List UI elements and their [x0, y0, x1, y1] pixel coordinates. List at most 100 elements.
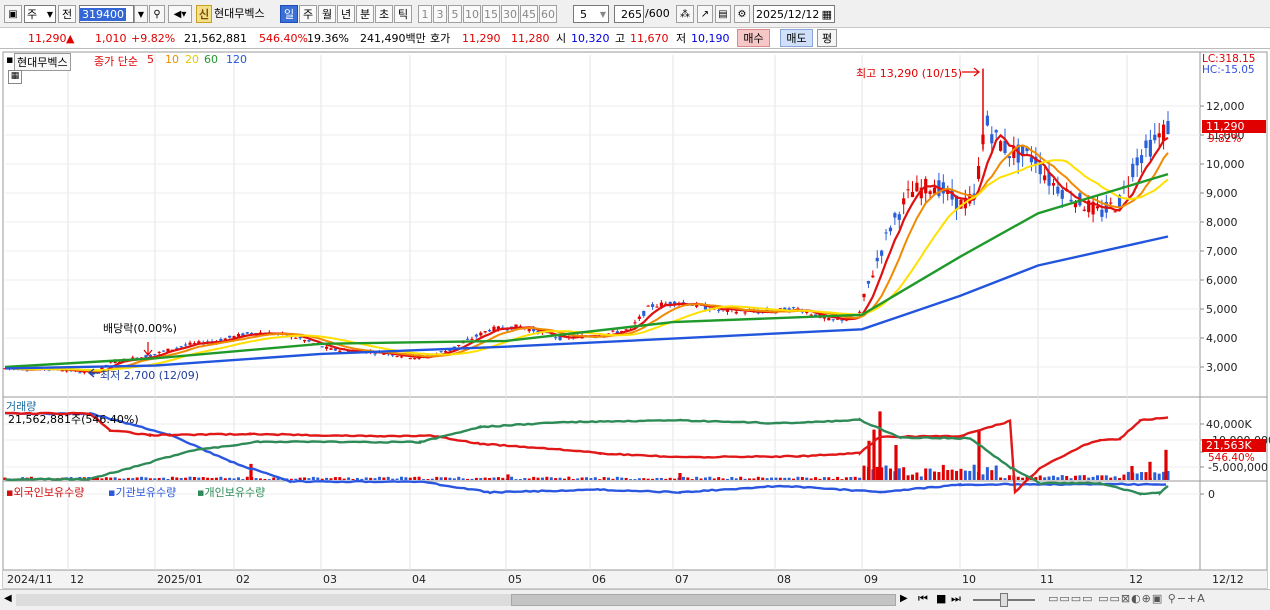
volume-bar — [1096, 475, 1100, 480]
volume-bar — [761, 477, 765, 480]
draw-icon[interactable]: ↗ — [697, 5, 713, 23]
volume-spike-bar — [1130, 466, 1134, 480]
period-tab[interactable]: 초 — [375, 5, 393, 23]
scroll-track[interactable] — [16, 594, 511, 606]
horizontal-scrollbar[interactable]: ◀ ▶ ⏮ ■ ⏭ ▭▭▭▭ ▭▭⊠◐⊕▣ ⚲−+A — [0, 589, 1270, 610]
ma10-label[interactable]: 10 — [165, 53, 179, 66]
code-dropdown-button[interactable]: ▼ — [134, 5, 148, 23]
volume-bar — [576, 478, 580, 480]
volume-bar — [532, 476, 536, 480]
volume-bar — [1082, 475, 1086, 480]
minute-tab[interactable]: 1 — [418, 5, 432, 23]
institution-legend[interactable]: ▪기관보유수량 — [108, 484, 176, 500]
sell-button[interactable]: 매도 — [780, 29, 813, 47]
date-input[interactable]: 2025/12/12 ▦ — [753, 5, 835, 23]
candle-body — [1144, 140, 1148, 148]
market-type-select[interactable]: 주 ▼ — [24, 5, 56, 23]
candle-body — [483, 331, 487, 333]
stop-icon[interactable]: ■ — [936, 592, 946, 605]
period-tab[interactable]: 틱 — [394, 5, 412, 23]
institution-legend-label: 기관보유수량 — [115, 486, 177, 499]
volume-bar — [483, 477, 487, 480]
minute-tab[interactable]: 15 — [482, 5, 500, 23]
candle-body — [131, 357, 135, 359]
ma120-label[interactable]: 120 — [226, 53, 247, 66]
volume-bar — [395, 478, 399, 480]
zoom-slider-thumb[interactable] — [1000, 593, 1008, 607]
volume-bar — [558, 477, 562, 480]
search-icon[interactable]: ⚲ — [149, 5, 165, 23]
scroll-left-icon[interactable]: ◀ — [4, 593, 12, 604]
candle-body — [985, 115, 989, 126]
y-tick-label: 8,000 — [1206, 216, 1238, 229]
volume-bar — [646, 478, 650, 480]
candle-body — [487, 330, 492, 332]
custom-minute-select[interactable]: 5 ▼ — [573, 5, 609, 23]
minute-tab[interactable]: 10 — [463, 5, 481, 23]
volume-bar — [637, 478, 641, 480]
scroll-thumb[interactable] — [511, 594, 896, 606]
eval-button[interactable]: 평 — [817, 29, 837, 47]
bid-price: 11,280 — [511, 32, 550, 45]
candle-body — [990, 134, 994, 144]
chart-area[interactable]: 3,000 4,000 5,000 6,000 7,000 8,000 9,000 10,00… — [0, 50, 1270, 589]
ma60-label[interactable]: 60 — [204, 53, 218, 66]
institution-holding-line — [5, 411, 1169, 495]
speaker-icon[interactable]: ◀▾ — [168, 5, 192, 23]
ma5-label[interactable]: 5 — [147, 53, 154, 66]
ma10-line — [4, 144, 1169, 373]
prev-button[interactable]: 전 — [58, 5, 76, 23]
buy-button[interactable]: 매수 — [737, 29, 770, 47]
period-tab[interactable]: 주 — [299, 5, 317, 23]
volume-bar — [708, 476, 712, 480]
candle-body — [871, 275, 875, 278]
minute-tab[interactable]: 5 — [448, 5, 462, 23]
volume-bar — [941, 464, 945, 480]
volume-bar — [188, 476, 192, 480]
candle-body — [474, 334, 478, 337]
volume-bar — [910, 474, 914, 480]
forward-icon[interactable]: ⏭ — [951, 592, 961, 606]
x-tick-label: 06 — [592, 573, 606, 586]
candle-body — [884, 232, 888, 234]
chart-type-icon[interactable]: ⁂ — [676, 5, 694, 23]
tool-icons[interactable]: ▭▭▭▭ ▭▭⊠◐⊕▣ ⚲−+A — [1048, 592, 1206, 605]
code-input[interactable]: 319400 — [79, 5, 134, 23]
volume-bar — [827, 477, 831, 480]
volume-bar — [422, 479, 426, 480]
volume-bar — [629, 479, 633, 480]
ma20-label[interactable]: 20 — [185, 53, 199, 66]
volume-bar — [316, 477, 320, 480]
minute-tab[interactable]: 60 — [539, 5, 557, 23]
period-tab[interactable]: 분 — [356, 5, 374, 23]
foreign-legend[interactable]: ▪외국인보유수량 — [6, 484, 84, 500]
gear-icon[interactable]: ⚙ — [734, 5, 750, 23]
minute-tab[interactable]: 3 — [433, 5, 447, 23]
x-tick-label: 10 — [962, 573, 976, 586]
volume-spike-bar — [894, 445, 898, 480]
individual-legend[interactable]: ▪개인보유수량 — [197, 484, 265, 500]
volume-ratio: 546.40% — [259, 32, 308, 45]
volume-bar — [699, 478, 703, 480]
custom-minute-value: 5 — [580, 8, 587, 21]
indicator-label[interactable]: 종가 단순 — [94, 53, 138, 69]
bar-count-input[interactable]: 265 — [614, 5, 644, 23]
window-icon[interactable]: ▣ — [4, 5, 22, 23]
y-tick-label: 3,000 — [1206, 361, 1238, 374]
rewind-icon[interactable]: ⏮ — [918, 592, 928, 606]
price-panel-title[interactable]: 현대무벡스 — [14, 53, 71, 71]
volume-bar — [122, 478, 126, 480]
candle-body — [734, 311, 738, 314]
volume-bar — [888, 468, 892, 480]
volume-bar — [703, 477, 707, 480]
volume-bar — [214, 477, 218, 480]
save-icon[interactable]: ▤ — [715, 5, 731, 23]
period-tab[interactable]: 년 — [337, 5, 355, 23]
period-tab[interactable]: 월 — [318, 5, 336, 23]
scroll-right-icon[interactable]: ▶ — [900, 593, 908, 604]
period-tab[interactable]: 일 — [280, 5, 298, 23]
minute-tab[interactable]: 30 — [501, 5, 519, 23]
minute-tab[interactable]: 45 — [520, 5, 538, 23]
table-toggle-icon[interactable]: ▦ — [8, 70, 22, 84]
volume-spike-bar — [878, 411, 882, 480]
